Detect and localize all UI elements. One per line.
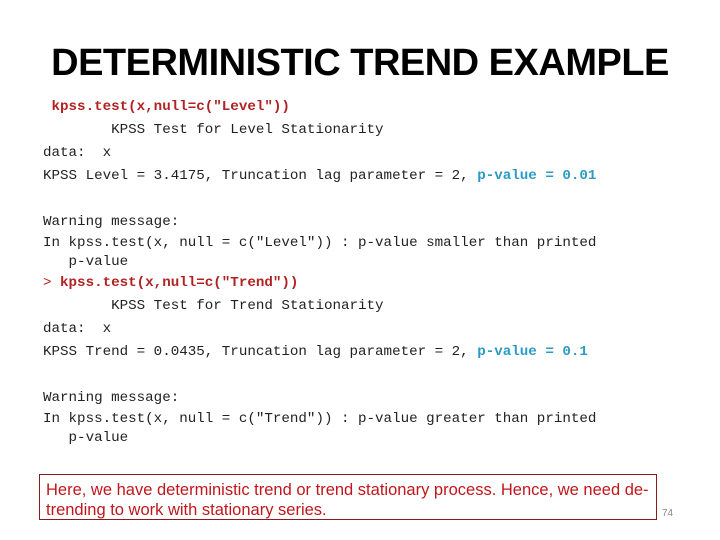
level-command: kpss.test(x,null=c("Level")) (43, 99, 290, 115)
trend-command: kpss.test(x,null=c("Trend")) (60, 275, 299, 291)
trend-test-name: KPSS Test for Trend Stationarity (43, 298, 384, 314)
level-warning-cont: p-value (43, 254, 129, 270)
trend-warning-cont: p-value (43, 430, 129, 446)
trend-result: KPSS Trend = 0.0435, Truncation lag para… (43, 341, 713, 364)
trend-warning-header: Warning message: (43, 390, 180, 406)
r-console-output: kpss.test(x,null=c("Level")) KPSS Test f… (43, 96, 713, 448)
level-warning-text: In kpss.test(x, null = c("Level")) : p-v… (43, 235, 597, 251)
trend-result-text: KPSS Trend = 0.0435, Truncation lag para… (43, 344, 478, 360)
trend-data-line: data: x (43, 321, 112, 337)
trend-command-line: > kpss.test(x,null=c("Trend")) (43, 272, 713, 295)
trend-p-value: p-value = 0.1 (477, 344, 588, 360)
prompt-symbol: > (43, 275, 61, 291)
level-warning-header: Warning message: (43, 214, 180, 230)
level-p-value: p-value = 0.01 (477, 168, 597, 184)
level-result-text: KPSS Level = 3.4175, Truncation lag para… (43, 168, 478, 184)
level-data-line: data: x (43, 145, 112, 161)
page-number: 74 (662, 508, 674, 519)
level-test-name: KPSS Test for Level Stationarity (43, 122, 384, 138)
trend-warning-text: In kpss.test(x, null = c("Trend")) : p-v… (43, 411, 597, 427)
conclusion-note-box: Here, we have deterministic trend or tre… (39, 474, 657, 520)
level-result: KPSS Level = 3.4175, Truncation lag para… (43, 165, 713, 188)
slide-title: DETERMINISTIC TREND EXAMPLE (51, 42, 669, 84)
